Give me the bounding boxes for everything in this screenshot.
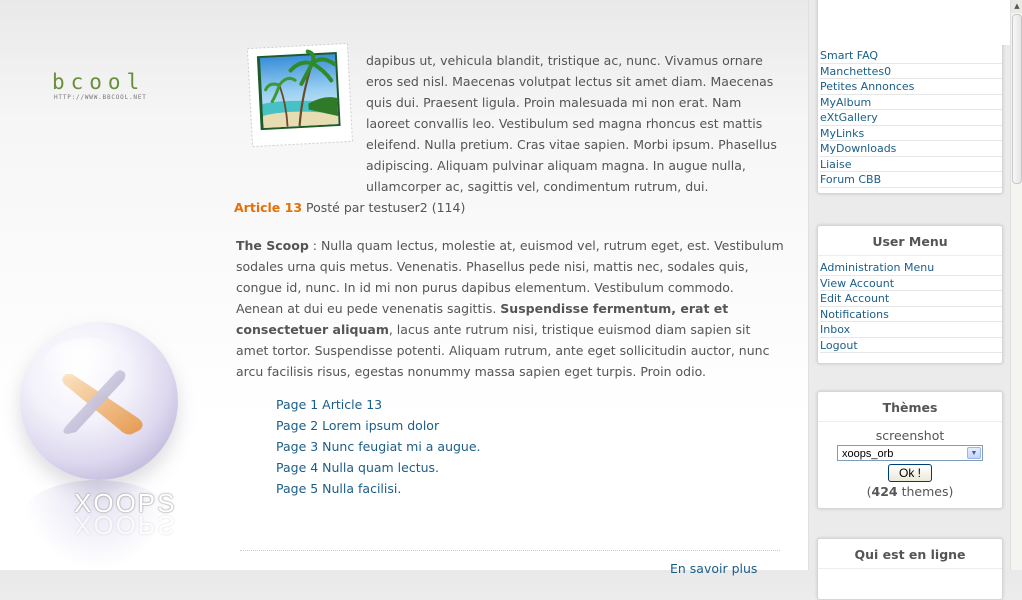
themes-screenshot-label: screenshot xyxy=(875,428,945,443)
user-menu-title: User Menu xyxy=(818,226,1002,256)
themes-count-number: 424 xyxy=(871,484,898,499)
list-item: Liaise xyxy=(820,157,1002,172)
menu-item-notifications[interactable]: Notifications xyxy=(820,308,889,321)
scrollbar-thumb[interactable] xyxy=(1012,14,1022,184)
menu-item-view-account[interactable]: View Account xyxy=(820,277,894,290)
list-item: MyLinks xyxy=(820,126,1002,141)
xoops-orb-logo xyxy=(20,322,178,480)
themes-count: (424 themes) xyxy=(818,484,1002,499)
user-menu: Administration Menu View Account Edit Ac… xyxy=(818,256,1002,353)
list-item: Petites Annonces xyxy=(820,79,1002,95)
menu-item-liaise[interactable]: Liaise xyxy=(820,158,851,171)
list-item: Manchettes0 xyxy=(820,64,1002,79)
menu-item-edit-account[interactable]: Edit Account xyxy=(820,292,889,305)
x-logo-icon xyxy=(42,338,143,435)
article-posted-by: Posté par testuser2 (114) xyxy=(302,200,466,215)
list-item: MyAlbum xyxy=(820,95,1002,110)
menu-item-administration[interactable]: Administration Menu xyxy=(820,261,934,274)
logo-url: HTTP://WWW.BBCOOL.NET xyxy=(54,94,147,101)
theme-select[interactable]: xoops_orb ▼ xyxy=(837,445,983,461)
page-scrollbar[interactable]: ▲ xyxy=(1010,0,1022,570)
corner-shade xyxy=(900,0,1010,45)
article-title-link[interactable]: Article 13 xyxy=(234,200,302,215)
list-item: Forum CBB xyxy=(820,172,1002,188)
article-body: The Scoop : Nulla quam lectus, molestie … xyxy=(236,235,784,382)
menu-item-manchettes[interactable]: Manchettes0 xyxy=(820,65,891,78)
themes-block: Thèmes screenshot xoops_orb ▼ Ok ! (424 … xyxy=(817,391,1003,509)
themes-title: Thèmes xyxy=(818,392,1002,422)
scoop-label: The Scoop xyxy=(236,238,309,253)
article-intro-text: dapibus ut, vehicula blandit, tristique … xyxy=(366,53,777,194)
list-item: Inbox xyxy=(820,322,1002,338)
menu-item-logout[interactable]: Logout xyxy=(820,339,858,352)
main-content: dapibus ut, vehicula blandit, tristique … xyxy=(234,0,784,576)
list-item: Administration Menu xyxy=(820,260,1002,276)
menu-item-smart-faq[interactable]: Smart FAQ xyxy=(820,49,878,62)
page-link-3[interactable]: Page 3 Nunc feugiat mi a augue. xyxy=(276,439,481,454)
theme-select-value: xoops_orb xyxy=(842,448,894,460)
menu-item-petites-annonces[interactable]: Petites Annonces xyxy=(820,80,914,93)
scroll-up-arrow-icon[interactable]: ▲ xyxy=(1011,0,1022,13)
page-link-5[interactable]: Page 5 Nulla facilisi. xyxy=(276,481,401,496)
left-column: bcool HTTP://WWW.BBCOOL.NET XOOPS XOOPS xyxy=(0,0,235,570)
logo-text: bcool xyxy=(52,70,146,94)
page-link-4[interactable]: Page 4 Nulla quam lectus. xyxy=(276,460,439,475)
article-stamp-image xyxy=(243,41,356,151)
site-logo[interactable]: bcool HTTP://WWW.BBCOOL.NET xyxy=(52,70,147,101)
read-more-link[interactable]: En savoir plus xyxy=(670,561,757,576)
article-meta: Article 13 Posté par testuser2 (114) xyxy=(234,200,465,215)
chevron-down-icon[interactable]: ▼ xyxy=(967,447,981,459)
list-item: Edit Account xyxy=(820,291,1002,307)
menu-item-mydownloads[interactable]: MyDownloads xyxy=(820,142,896,155)
theme-ok-button[interactable]: Ok ! xyxy=(888,464,932,482)
list-item: Page 1 Article 13 xyxy=(276,394,481,415)
online-block: Qui est en ligne xyxy=(817,538,1003,600)
user-menu-block: User Menu Administration Menu View Accou… xyxy=(817,225,1003,364)
list-item: eXtGallery xyxy=(820,110,1002,126)
list-item: Page 5 Nulla facilisi. xyxy=(276,478,481,499)
list-item: View Account xyxy=(820,276,1002,291)
menu-item-extgallery[interactable]: eXtGallery xyxy=(820,111,878,124)
page-link-2[interactable]: Page 2 Lorem ipsum dolor xyxy=(276,418,439,433)
list-item: Page 2 Lorem ipsum dolor xyxy=(276,415,481,436)
list-item: Logout xyxy=(820,338,1002,353)
divider xyxy=(240,550,780,551)
page-link-1[interactable]: Page 1 Article 13 xyxy=(276,397,382,412)
right-sidebar: Smart FAQ Manchettes0 Petites Annonces M… xyxy=(808,0,1011,600)
brand-wordmark-reflection: XOOPS xyxy=(74,510,177,540)
online-title: Qui est en ligne xyxy=(818,539,1002,569)
menu-item-myalbum[interactable]: MyAlbum xyxy=(820,96,871,109)
menu-item-inbox[interactable]: Inbox xyxy=(820,323,850,336)
menu-item-mylinks[interactable]: MyLinks xyxy=(820,127,864,140)
list-item: Notifications xyxy=(820,307,1002,322)
list-item: Smart FAQ xyxy=(820,48,1002,64)
article-pages-list: Page 1 Article 13 Page 2 Lorem ipsum dol… xyxy=(276,394,481,499)
themes-count-suffix: themes) xyxy=(897,484,954,499)
list-item: Page 4 Nulla quam lectus. xyxy=(276,457,481,478)
menu-item-forum-cbb[interactable]: Forum CBB xyxy=(820,173,881,186)
list-item: Page 3 Nunc feugiat mi a augue. xyxy=(276,436,481,457)
list-item: MyDownloads xyxy=(820,141,1002,157)
tropical-island-icon xyxy=(246,42,353,148)
